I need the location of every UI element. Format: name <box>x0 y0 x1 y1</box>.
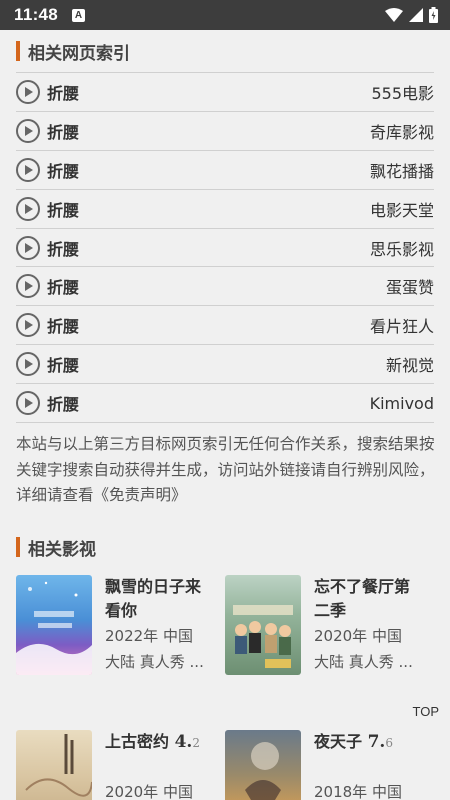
list-item-source: 新视觉 <box>385 356 434 376</box>
list-item[interactable]: 折腰 Kimivod <box>16 384 434 424</box>
video-info: 忘不了餐厅第二季 2020年 中国 大陆 真人秀 ... <box>314 575 422 675</box>
list-item-source: 555电影 <box>371 83 434 103</box>
related-videos-section: 相关影视 <box>16 534 434 560</box>
related-pages-list: 折腰 555电影 折腰 奇库影视 折腰 飘花播播 折腰 电影天堂 折腰 思乐影视… <box>16 72 434 424</box>
back-to-top-button[interactable]: TOP <box>413 704 440 719</box>
related-pages-heading-text: 相关网页索引 <box>28 43 130 64</box>
list-item[interactable]: 折腰 蛋蛋赞 <box>16 267 434 307</box>
video-meta: 2020年 中国 <box>314 627 402 645</box>
list-item-title: 折腰 <box>47 161 80 181</box>
disclaimer-text: 本站与以上第三方目标网页索引无任何合作关系，搜索结果按关键字搜索自动获得并生成，… <box>16 435 435 504</box>
video-score: 4.2 <box>175 732 200 752</box>
play-icon <box>16 157 40 182</box>
list-item-title: 折腰 <box>47 200 80 220</box>
status-time: 11:48 <box>14 5 59 24</box>
list-item-title: 折腰 <box>47 239 80 259</box>
poster-image[interactable] <box>16 575 92 675</box>
video-card[interactable]: 夜天子 7.6 2018年 中国 <box>225 730 422 800</box>
video-info: 上古密约 4.2 2020年 中国 <box>105 730 213 800</box>
related-pages-section: 相关网页索引 折腰 555电影 折腰 奇库影视 折腰 飘花播播 折腰 电影天堂 … <box>16 38 434 424</box>
list-item-source: 思乐影视 <box>369 239 434 259</box>
list-item-title: 折腰 <box>47 278 80 298</box>
list-item-title: 折腰 <box>47 317 80 337</box>
list-item-title: 折腰 <box>47 83 80 103</box>
play-icon <box>16 79 40 104</box>
poster-image[interactable] <box>225 575 301 675</box>
heading-accent-bar <box>16 537 20 557</box>
list-item-source: 飘花播播 <box>369 161 434 181</box>
list-item[interactable]: 折腰 看片狂人 <box>16 306 434 346</box>
video-card[interactable]: 忘不了餐厅第二季 2020年 中国 大陆 真人秀 ... <box>225 575 422 675</box>
video-meta: 2020年 中国 <box>105 783 193 800</box>
video-title: 飘雪的日子来看你 <box>105 577 202 620</box>
video-info: 飘雪的日子来看你 2022年 中国 大陆 真人秀 ... <box>105 575 213 675</box>
score-decimal: 6 <box>385 736 393 750</box>
status-bar: 11:48 A <box>0 0 450 30</box>
list-item[interactable]: 折腰 奇库影视 <box>16 112 434 151</box>
video-title-row: 上古密约 4.2 <box>105 730 213 755</box>
play-icon <box>16 196 40 221</box>
list-item-title: 折腰 <box>47 122 80 142</box>
play-icon <box>16 274 40 299</box>
list-item[interactable]: 折腰 思乐影视 <box>16 229 434 268</box>
video-meta: 大陆 真人秀 ... <box>314 653 413 671</box>
video-title: 忘不了餐厅第二季 <box>314 577 411 620</box>
video-meta: 2018年 中国 <box>314 783 402 800</box>
wifi-icon <box>385 8 403 22</box>
list-item-title: 折腰 <box>47 356 80 376</box>
list-item-source: 奇库影视 <box>369 122 434 142</box>
related-videos-heading-text: 相关影视 <box>28 539 96 560</box>
battery-icon <box>429 7 438 23</box>
list-item-source: 蛋蛋赞 <box>385 278 434 298</box>
play-icon <box>16 352 40 377</box>
video-title-row: 夜天子 7.6 <box>314 730 422 755</box>
poster-image[interactable] <box>16 730 92 800</box>
score-int: 7. <box>367 732 386 752</box>
video-title: 上古密约 <box>105 732 170 751</box>
notification-a-icon: A <box>72 8 86 22</box>
score-decimal: 2 <box>192 736 200 750</box>
related-pages-heading: 相关网页索引 <box>16 38 434 64</box>
list-item[interactable]: 折腰 飘花播播 <box>16 151 434 190</box>
video-info: 夜天子 7.6 2018年 中国 <box>314 730 422 800</box>
list-item-title: 折腰 <box>47 395 80 415</box>
play-icon <box>16 313 40 338</box>
poster-image[interactable] <box>225 730 301 800</box>
list-item[interactable]: 折腰 555电影 <box>16 73 434 112</box>
play-icon <box>16 235 40 260</box>
play-icon <box>16 118 40 143</box>
video-card[interactable]: 上古密约 4.2 2020年 中国 <box>16 730 213 800</box>
list-item-source: 看片狂人 <box>369 317 434 337</box>
list-item-source: 电影天堂 <box>369 200 434 220</box>
list-item-source: Kimivod <box>369 393 434 413</box>
video-score: 7.6 <box>368 732 393 752</box>
video-meta: 大陆 真人秀 ... <box>105 653 204 671</box>
related-videos-heading: 相关影视 <box>16 534 434 560</box>
list-item[interactable]: 折腰 新视觉 <box>16 345 434 385</box>
heading-accent-bar <box>16 41 20 61</box>
video-title: 夜天子 <box>314 732 363 751</box>
signal-icon <box>409 8 423 22</box>
score-int: 4. <box>174 732 193 752</box>
play-icon <box>16 391 40 416</box>
list-item[interactable]: 折腰 电影天堂 <box>16 190 434 229</box>
video-card[interactable]: 飘雪的日子来看你 2022年 中国 大陆 真人秀 ... <box>16 575 213 675</box>
video-meta: 2022年 中国 <box>105 627 193 645</box>
